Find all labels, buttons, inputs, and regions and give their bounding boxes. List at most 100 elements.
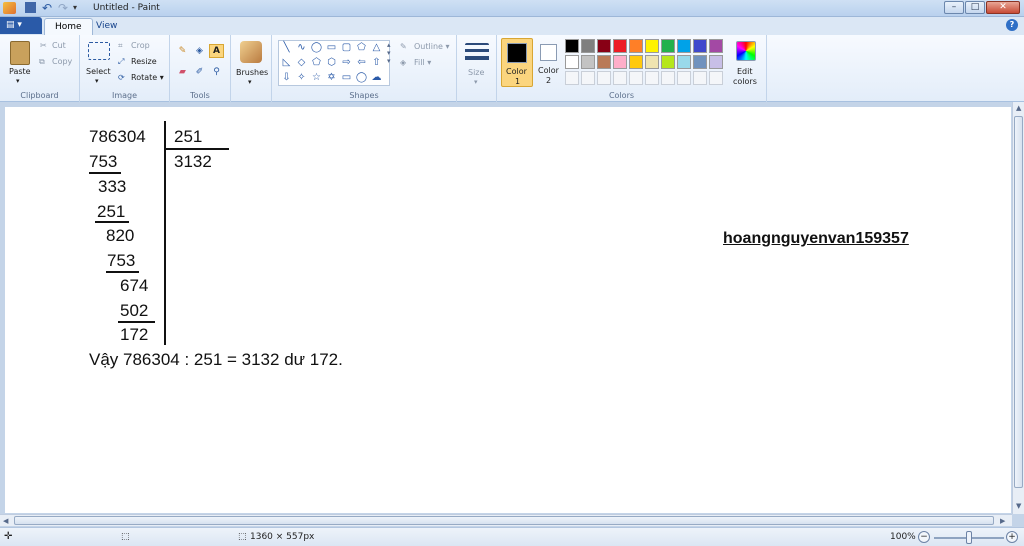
eraser-icon[interactable]: ▰ (175, 65, 190, 79)
palette-custom-swatch[interactable] (709, 71, 723, 85)
rounded-rectangle-shape-icon[interactable]: ▢ (339, 41, 354, 55)
select-icon[interactable] (88, 42, 110, 60)
edit-colors-icon[interactable] (736, 41, 756, 61)
palette-swatch[interactable] (709, 55, 723, 69)
help-icon[interactable]: ? (1006, 19, 1018, 31)
size-icon[interactable] (465, 43, 489, 63)
maximize-button[interactable]: □ (965, 1, 985, 14)
triangle-shape-icon[interactable]: △ (369, 41, 384, 55)
fill-button[interactable]: Fill ▾ (414, 58, 431, 67)
horizontal-scrollbar[interactable]: ◀ ▶ (0, 514, 1012, 526)
palette-swatch[interactable] (709, 39, 723, 53)
magnifier-icon[interactable]: ⚲ (209, 65, 224, 79)
save-icon[interactable] (25, 2, 36, 13)
minimize-button[interactable]: – (944, 1, 964, 14)
palette-swatch[interactable] (629, 55, 643, 69)
size-dropdown-icon[interactable]: ▾ (474, 78, 478, 86)
drawing-canvas[interactable]: 786304 251 3132 753 333 251 820 753 674 … (5, 107, 1011, 513)
palette-swatch[interactable] (565, 39, 579, 53)
palette-custom-swatch[interactable] (581, 71, 595, 85)
rectangle-shape-icon[interactable]: ▭ (324, 41, 339, 55)
scroll-up-icon[interactable]: ▲ (1016, 104, 1021, 112)
vertical-scroll-thumb[interactable] (1014, 116, 1023, 488)
curve-shape-icon[interactable]: ∿ (294, 41, 309, 55)
undo-icon[interactable]: ↶ (42, 2, 55, 14)
file-menu-button[interactable]: ▤ ▾ (0, 17, 42, 34)
right-arrow-shape-icon[interactable]: ⇨ (339, 56, 354, 70)
palette-custom-swatch[interactable] (661, 71, 675, 85)
palette-swatch[interactable] (693, 55, 707, 69)
scroll-right-icon[interactable]: ▶ (1000, 517, 1005, 525)
oval-shape-icon[interactable]: ◯ (309, 41, 324, 55)
edit-colors-label[interactable]: Edit (737, 67, 753, 76)
crop-button[interactable]: Crop (131, 41, 150, 50)
palette-swatch[interactable] (613, 39, 627, 53)
paste-button[interactable]: Paste (9, 67, 31, 76)
color1-button[interactable]: Color 1 (501, 38, 533, 87)
palette-swatch[interactable] (693, 39, 707, 53)
size-button[interactable]: Size (468, 68, 484, 77)
palette-swatch[interactable] (565, 55, 579, 69)
left-arrow-shape-icon[interactable]: ⇦ (354, 56, 369, 70)
resize-button[interactable]: Resize (131, 57, 157, 66)
palette-custom-swatch[interactable] (645, 71, 659, 85)
pentagon-shape-icon[interactable]: ⬠ (309, 56, 324, 70)
palette-custom-swatch[interactable] (677, 71, 691, 85)
zoom-out-button[interactable]: − (918, 531, 930, 543)
copy-button[interactable]: Copy (52, 57, 72, 66)
quick-access-dropdown-icon[interactable]: ▾ (73, 2, 86, 14)
palette-swatch[interactable] (613, 55, 627, 69)
zoom-slider-knob[interactable] (966, 531, 972, 544)
palette-custom-swatch[interactable] (629, 71, 643, 85)
palette-swatch[interactable] (597, 55, 611, 69)
palette-swatch[interactable] (677, 55, 691, 69)
brushes-dropdown-icon[interactable]: ▾ (248, 78, 252, 86)
horizontal-scroll-thumb[interactable] (14, 516, 994, 525)
diamond-shape-icon[interactable]: ◇ (294, 56, 309, 70)
palette-swatch[interactable] (597, 39, 611, 53)
select-dropdown-icon[interactable]: ▾ (95, 77, 99, 85)
callout-oval-shape-icon[interactable]: ◯ (354, 71, 369, 85)
five-point-star-shape-icon[interactable]: ☆ (309, 71, 324, 85)
brush-icon[interactable] (240, 41, 262, 63)
shapes-scroll-icon[interactable]: ▴ ▾ ▾ (387, 41, 391, 65)
paste-icon[interactable] (10, 41, 30, 65)
six-point-star-shape-icon[interactable]: ✡ (324, 71, 339, 85)
polygon-shape-icon[interactable]: ⬠ (354, 41, 369, 55)
redo-icon[interactable]: ↷ (58, 2, 71, 14)
palette-swatch[interactable] (677, 39, 691, 53)
cut-button[interactable]: Cut (52, 41, 66, 50)
line-shape-icon[interactable]: ╲ (279, 41, 294, 55)
palette-custom-swatch[interactable] (565, 71, 579, 85)
brushes-button[interactable]: Brushes (236, 68, 268, 77)
four-point-star-shape-icon[interactable]: ✧ (294, 71, 309, 85)
paste-dropdown-icon[interactable]: ▾ (16, 77, 20, 85)
right-triangle-shape-icon[interactable]: ◺ (279, 56, 294, 70)
close-button[interactable]: ✕ (986, 1, 1020, 14)
hexagon-shape-icon[interactable]: ⬡ (324, 56, 339, 70)
palette-swatch[interactable] (661, 39, 675, 53)
callout-rect-shape-icon[interactable]: ▭ (339, 71, 354, 85)
color2-button[interactable]: Color 2 (536, 38, 564, 87)
down-arrow-shape-icon[interactable]: ⇩ (279, 71, 294, 85)
scroll-down-icon[interactable]: ▼ (1016, 502, 1021, 510)
fill-bucket-icon[interactable]: ◈ (192, 44, 207, 58)
palette-custom-swatch[interactable] (613, 71, 627, 85)
text-tool-icon[interactable]: A (209, 44, 224, 58)
palette-swatch[interactable] (629, 39, 643, 53)
rotate-button[interactable]: Rotate ▾ (131, 73, 164, 82)
zoom-in-button[interactable]: + (1006, 531, 1018, 543)
vertical-scrollbar[interactable]: ▲ ▼ (1012, 102, 1024, 514)
palette-swatch[interactable] (645, 39, 659, 53)
up-arrow-shape-icon[interactable]: ⇧ (369, 56, 384, 70)
edit-colors-label-2[interactable]: colors (733, 77, 757, 86)
callout-cloud-shape-icon[interactable]: ☁ (369, 71, 384, 85)
tab-view[interactable]: View (86, 18, 127, 35)
palette-swatch[interactable] (661, 55, 675, 69)
palette-swatch[interactable] (581, 55, 595, 69)
palette-custom-swatch[interactable] (693, 71, 707, 85)
palette-swatch[interactable] (645, 55, 659, 69)
select-button[interactable]: Select (86, 67, 111, 76)
scroll-left-icon[interactable]: ◀ (3, 517, 8, 525)
palette-custom-swatch[interactable] (597, 71, 611, 85)
